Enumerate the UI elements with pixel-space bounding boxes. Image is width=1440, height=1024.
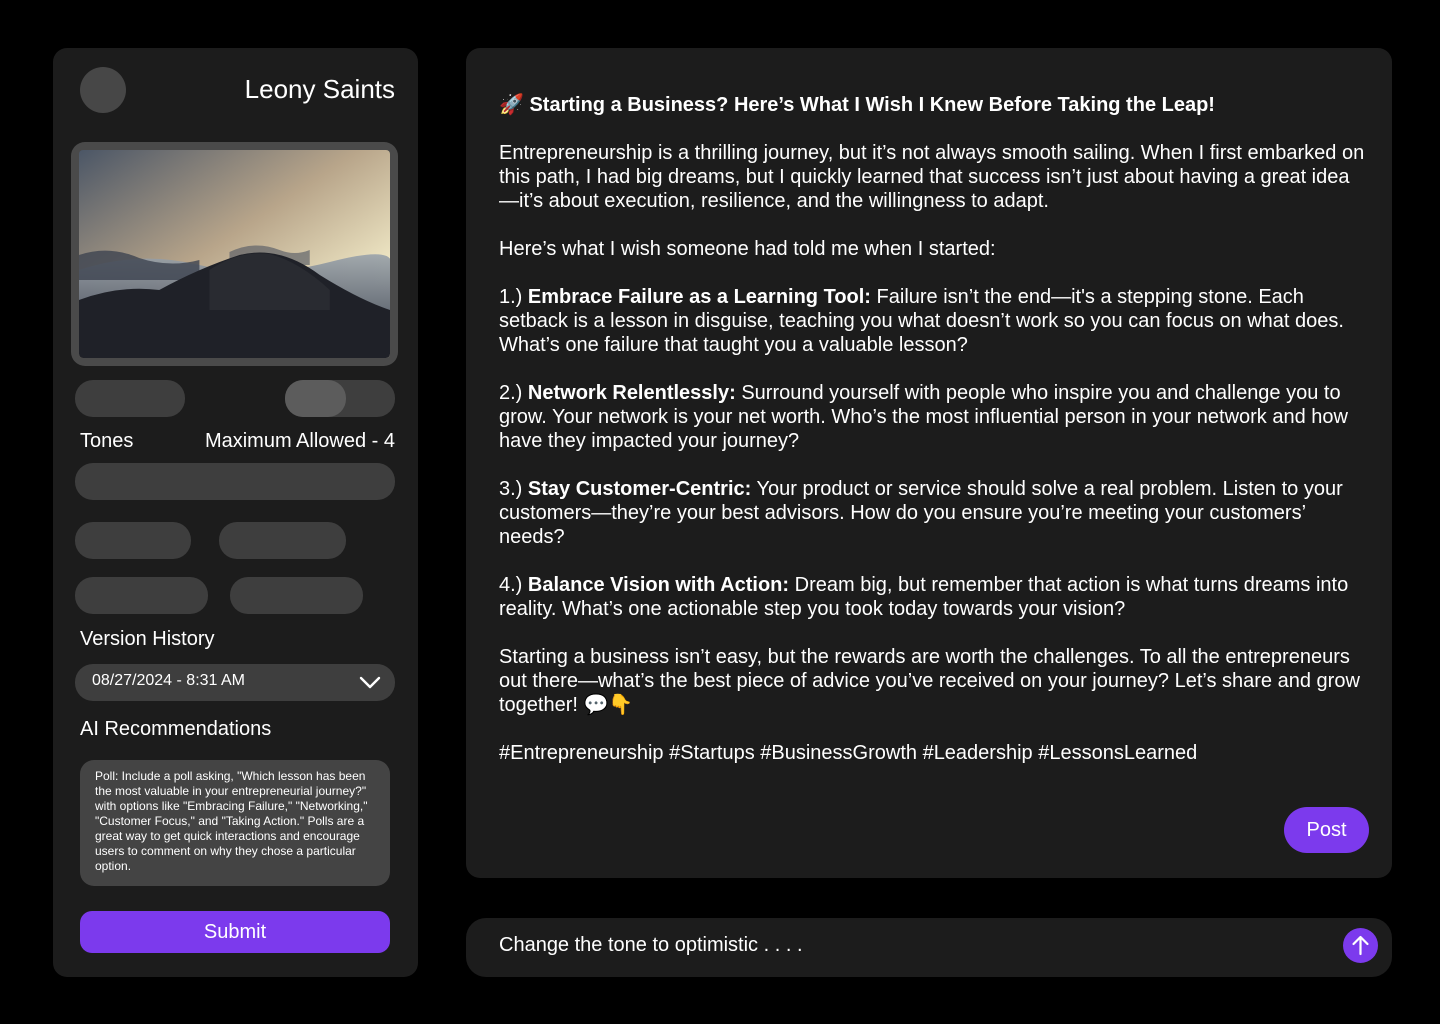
landscape-photo bbox=[79, 150, 390, 358]
post-lead: Here’s what I wish someone had told me w… bbox=[499, 238, 996, 260]
chevron-down-icon bbox=[359, 676, 381, 689]
tone-option-chip[interactable] bbox=[75, 577, 208, 614]
tone-toggle[interactable] bbox=[285, 380, 395, 417]
avatar[interactable] bbox=[80, 67, 126, 113]
post-closing: Starting a business isn’t easy, but the … bbox=[499, 646, 1360, 716]
prompt-input[interactable]: Change the tone to optimistic . . . . bbox=[499, 934, 803, 957]
tone-option-chip[interactable] bbox=[219, 522, 346, 559]
user-name: Leony Saints bbox=[244, 74, 395, 104]
submit-button[interactable]: Submit bbox=[80, 911, 390, 953]
ai-recommendations-label: AI Recommendations bbox=[80, 718, 272, 740]
post-editor: 🚀 Starting a Business? Here’s What I Wis… bbox=[466, 48, 1392, 878]
post-point: 3.) Stay Customer-Centric: Your product … bbox=[499, 478, 1343, 548]
post-hashtags: #Entrepreneurship #Startups #BusinessGro… bbox=[499, 742, 1198, 764]
send-button[interactable] bbox=[1343, 928, 1378, 963]
tone-option-chip[interactable] bbox=[230, 577, 363, 614]
post-title: 🚀 Starting a Business? Here’s What I Wis… bbox=[499, 94, 1215, 116]
version-selected-value: 08/27/2024 - 8:31 AM bbox=[92, 672, 245, 689]
post-button[interactable]: Post bbox=[1284, 807, 1369, 853]
tone-input[interactable] bbox=[75, 463, 395, 500]
toggle-knob bbox=[285, 380, 346, 417]
post-content[interactable]: 🚀 Starting a Business? Here’s What I Wis… bbox=[499, 93, 1369, 789]
post-point: 4.) Balance Vision with Action: Dream bi… bbox=[499, 574, 1349, 620]
tone-chip[interactable] bbox=[75, 380, 185, 417]
post-point: 1.) Embrace Failure as a Learning Tool: … bbox=[499, 286, 1344, 356]
post-intro: Entrepreneurship is a thrilling journey,… bbox=[499, 142, 1365, 212]
ai-recommendation-text: Poll: Include a poll asking, "Which less… bbox=[80, 760, 390, 886]
image-preview[interactable] bbox=[71, 142, 398, 366]
post-point: 2.) Network Relentlessly: Surround yours… bbox=[499, 382, 1348, 452]
version-select[interactable]: 08/27/2024 - 8:31 AM bbox=[75, 664, 395, 701]
tone-option-chip[interactable] bbox=[75, 522, 191, 559]
tones-label: Tones bbox=[80, 430, 134, 452]
max-allowed-label: Maximum Allowed - 4 bbox=[204, 430, 395, 452]
version-history-label: Version History bbox=[80, 628, 215, 650]
sidebar: Leony Saints Tones Maximum Allowed - 4 V… bbox=[53, 48, 418, 977]
arrow-up-icon bbox=[1352, 935, 1369, 956]
prompt-bar: Change the tone to optimistic . . . . bbox=[466, 918, 1392, 977]
